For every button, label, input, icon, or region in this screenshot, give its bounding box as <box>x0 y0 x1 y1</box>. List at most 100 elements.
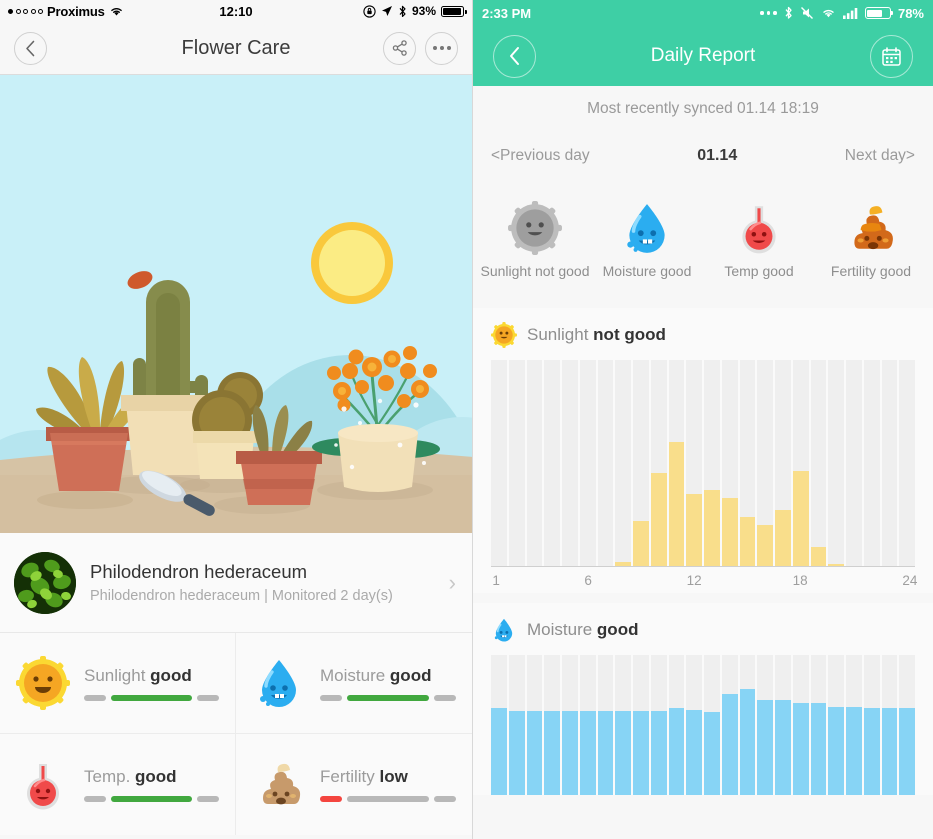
battery-percent: 93% <box>411 4 436 18</box>
battery-icon <box>864 7 894 19</box>
share-icon <box>392 40 407 56</box>
signal-icon <box>842 8 858 19</box>
chart-bar <box>615 711 631 795</box>
metric-card-fertility[interactable]: Fertility low <box>236 734 472 835</box>
chart-bar <box>508 711 525 795</box>
chart-column <box>579 655 596 795</box>
sunlight-x-axis: 1 6 12 18 24 <box>491 567 917 593</box>
rotation-lock-icon <box>363 4 376 18</box>
chart-bar <box>526 711 543 795</box>
back-button[interactable] <box>493 34 536 78</box>
chart-column <box>633 360 649 566</box>
battery-icon <box>441 5 467 17</box>
mute-icon <box>800 7 813 19</box>
chart-bar <box>792 702 809 795</box>
status-item-fertility[interactable]: Fertility good <box>815 180 927 298</box>
chart-bar <box>544 711 560 795</box>
chart-column <box>615 655 631 795</box>
metrics-grid: Sunlight good Moisture good Temp. good F… <box>0 633 472 835</box>
status-item-temperature[interactable]: Temp good <box>703 180 815 298</box>
chart-column <box>615 360 631 566</box>
chart-column <box>686 360 702 566</box>
next-day-button[interactable]: Next day> <box>845 147 915 165</box>
chart-column <box>526 655 543 795</box>
chart-column <box>633 655 649 795</box>
chart-bar <box>686 493 702 566</box>
chart-column <box>775 360 791 566</box>
chart-column <box>721 655 738 795</box>
chart-column <box>544 360 560 566</box>
battery-percent: 78% <box>897 5 924 21</box>
desert-scene-illustration <box>0 75 472 533</box>
chart-column <box>544 655 560 795</box>
chart-bar <box>792 471 809 566</box>
chart-column <box>508 655 525 795</box>
chart-column <box>739 655 756 795</box>
chart-bar <box>757 524 773 566</box>
android-status-bar: 2:33 PM 78% <box>473 0 933 26</box>
metric-label-fertility: Fertility low <box>320 767 408 786</box>
x-axis-tick: 1 <box>492 573 500 588</box>
chart-bar <box>686 709 702 795</box>
back-button[interactable] <box>14 31 47 65</box>
status-item-sunlight[interactable]: Sunlight not good <box>479 180 591 298</box>
chart-column <box>775 655 791 795</box>
chart-column <box>863 655 880 795</box>
chart-column <box>668 655 685 795</box>
chart-column <box>562 655 578 795</box>
chart-bar <box>775 510 791 566</box>
chart-bar <box>650 711 667 795</box>
chart-column <box>899 360 915 566</box>
chart-column <box>828 655 844 795</box>
water-drop-icon <box>494 618 513 642</box>
metric-card-moisture[interactable]: Moisture good <box>236 633 472 734</box>
x-axis-tick: 18 <box>792 573 808 588</box>
chart-column <box>792 655 809 795</box>
sunlight-chart-header: Sunlight not good <box>473 322 933 360</box>
x-axis-tick: 12 <box>686 573 702 588</box>
metric-bar-fertility <box>320 796 456 802</box>
previous-day-button[interactable]: <Previous day <box>491 147 590 165</box>
chart-bar <box>668 442 685 566</box>
chart-bar <box>491 708 507 795</box>
chart-bar <box>881 708 898 795</box>
ios-nav-bar: Flower Care <box>0 22 472 75</box>
water-drop-icon <box>260 660 296 707</box>
chart-bar <box>721 694 738 795</box>
status-summary-row: Sunlight not good Moisture good Temp goo… <box>473 180 933 298</box>
chart-bar <box>775 699 791 795</box>
chart-bar <box>810 702 827 795</box>
chart-bar <box>846 706 862 795</box>
chart-column <box>704 655 720 795</box>
chart-bar <box>650 473 667 566</box>
chart-bar <box>757 699 773 795</box>
plant-summary-row[interactable]: Philodendron hederaceum Philodendron hed… <box>0 533 472 633</box>
metric-card-sunlight[interactable]: Sunlight good <box>0 633 236 734</box>
chart-column <box>686 655 702 795</box>
metric-card-temperature[interactable]: Temp. good <box>0 734 236 835</box>
daily-report-screen: 2:33 PM 78% Daily Report Most recently s… <box>473 0 933 839</box>
chart-column <box>491 655 507 795</box>
chart-column <box>846 360 862 566</box>
calendar-button[interactable] <box>870 34 913 78</box>
status-label-fertility: Fertility good <box>830 262 912 279</box>
chart-bar <box>633 711 649 795</box>
chart-bar <box>615 561 631 566</box>
chart-bar <box>899 708 915 795</box>
chart-column <box>863 360 880 566</box>
last-synced-text: Most recently synced 01.14 18:19 <box>473 86 933 132</box>
bluetooth-icon <box>785 6 792 19</box>
chart-column <box>881 655 898 795</box>
metric-bar-moisture <box>320 694 456 701</box>
more-button[interactable] <box>425 31 458 65</box>
calendar-icon <box>882 46 901 66</box>
share-button[interactable] <box>383 31 416 65</box>
status-item-moisture[interactable]: Moisture good <box>591 180 703 298</box>
status-label-moisture: Moisture good <box>602 262 692 279</box>
location-arrow-icon <box>381 6 392 16</box>
sunlight-chart-title: Sunlight not good <box>527 325 666 344</box>
flower-care-screen: Proximus 12:10 93% Flower Care Philodend… <box>0 0 473 839</box>
status-label-sunlight: Sunlight not good <box>480 262 590 279</box>
moisture-chart-card: Moisture good <box>473 603 933 795</box>
chart-bar <box>597 711 614 795</box>
